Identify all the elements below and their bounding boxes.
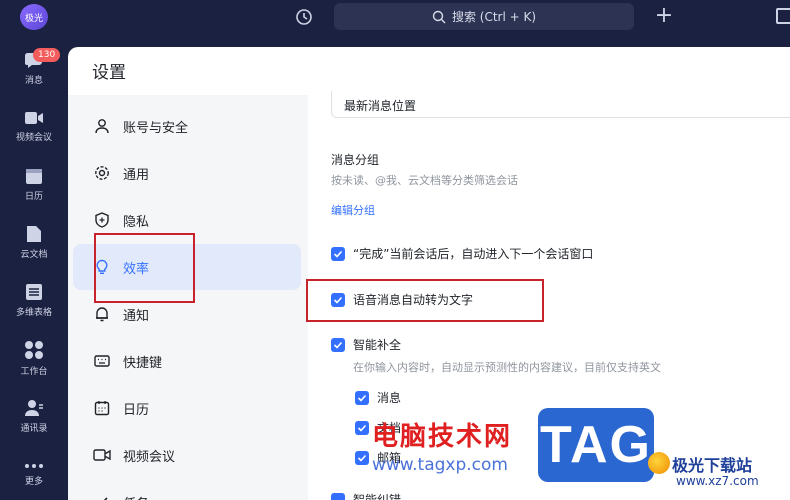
nav-item-calendar[interactable]: 日历 <box>0 156 68 212</box>
page-title: 设置 <box>92 63 126 83</box>
watermark-url: www.tagxp.com <box>372 455 508 475</box>
message-position-select[interactable]: 最新消息位置 <box>331 91 790 118</box>
checkbox-checked-icon[interactable] <box>331 492 345 500</box>
table-icon <box>26 283 42 300</box>
search-input[interactable]: 搜索 (Ctrl + K) <box>334 3 634 30</box>
search-label: 搜索 (Ctrl + K) <box>451 10 537 24</box>
nav-label: 云文档 <box>20 249 48 260</box>
doc-icon <box>27 225 41 242</box>
checkbox-checked-icon[interactable] <box>331 337 345 352</box>
nav-item-bitable[interactable]: 多维表格 <box>0 272 68 328</box>
option-smart-complete[interactable]: 智能补全 <box>331 336 401 353</box>
video-icon <box>25 111 43 124</box>
menu-item-shortcuts[interactable]: 快捷键 <box>73 338 301 384</box>
menu-item-calendar[interactable]: 日历 <box>73 385 301 431</box>
checkbox-checked-icon[interactable] <box>355 420 369 435</box>
grid-icon <box>25 340 43 359</box>
menu-label: 任务 <box>123 493 149 500</box>
task-icon <box>93 493 111 500</box>
option-label: 智能纠错 <box>353 493 402 500</box>
nav-item-video[interactable]: 视频会议 <box>0 98 68 154</box>
menu-item-account[interactable]: 账号与安全 <box>73 103 301 149</box>
checkbox-checked-icon[interactable] <box>355 390 369 405</box>
menu-label: 隐私 <box>123 214 150 230</box>
top-bar: 极光 搜索 (Ctrl + K) + <box>0 0 790 34</box>
menu-label: 账号与安全 <box>123 120 189 136</box>
nav-label: 多维表格 <box>15 307 52 318</box>
option-label: 语音消息自动转为文字 <box>353 293 474 307</box>
nav-label: 通讯录 <box>20 423 48 434</box>
nav-item-contacts[interactable]: 通讯录 <box>0 388 68 444</box>
option-smart-correct[interactable]: 智能纠错 <box>331 491 401 500</box>
group-desc: 按未读、@我、云文档等分类筛选会话 <box>331 174 518 187</box>
group-title: 消息分组 <box>331 153 380 167</box>
watermark-text: 电脑技术网 <box>372 422 513 452</box>
user-icon <box>93 117 111 135</box>
checkbox-checked-icon[interactable] <box>331 246 345 261</box>
menu-label: 视频会议 <box>123 449 176 465</box>
smart-complete-desc: 在你输入内容时，自动显示预测性的内容建议，目前仅支持英文 <box>353 361 661 374</box>
history-icon[interactable] <box>294 7 314 27</box>
edit-icon[interactable] <box>776 8 790 24</box>
left-nav: 消息 130 视频会议 日历 云文档 多维表格 工作台 通讯录 更多 <box>0 34 68 500</box>
menu-item-general[interactable]: 通用 <box>73 150 301 196</box>
menu-item-notifications[interactable]: 通知 <box>73 291 301 337</box>
search-icon <box>432 10 446 23</box>
bulb-icon <box>93 258 111 276</box>
nav-item-docs[interactable]: 云文档 <box>0 214 68 270</box>
tag-logo: TAG <box>538 408 654 482</box>
calendar-icon <box>26 168 42 184</box>
menu-label: 效率 <box>123 261 150 277</box>
menu-label: 日历 <box>123 402 150 418</box>
nav-item-messages[interactable]: 消息 130 <box>0 40 68 96</box>
option-label: 消息 <box>377 391 402 405</box>
plus-icon[interactable]: + <box>654 5 674 27</box>
unread-badge: 130 <box>33 48 61 62</box>
settings-menu: 账号与安全 通用 隐私 效率 通知 快捷键 日历 视频会议 <box>68 95 308 500</box>
menu-item-tasks[interactable]: 任务 <box>73 479 301 500</box>
option-label: “完成”当前会话后，自动进入下一个会话窗口 <box>353 247 594 261</box>
brand-name: 极光下载站 <box>672 456 753 475</box>
gear-icon <box>93 164 111 182</box>
brand-logo-icon <box>648 452 670 474</box>
calendar-icon <box>93 399 111 417</box>
brand-url: www.xz7.com <box>676 474 759 488</box>
menu-item-privacy[interactable]: 隐私 <box>73 197 301 243</box>
nav-label: 消息 <box>24 75 43 86</box>
checkbox-checked-icon[interactable] <box>331 292 345 307</box>
sub-option-messages[interactable]: 消息 <box>355 389 401 406</box>
nav-label: 更多 <box>24 476 43 487</box>
option-label: 智能补全 <box>353 338 402 352</box>
option-done-next[interactable]: “完成”当前会话后，自动进入下一个会话窗口 <box>331 245 593 262</box>
more-icon <box>25 463 43 468</box>
menu-label: 通知 <box>123 308 150 324</box>
keyboard-icon <box>93 352 111 370</box>
nav-item-workplace[interactable]: 工作台 <box>0 330 68 386</box>
avatar[interactable]: 极光 <box>20 4 48 30</box>
edit-group-link[interactable]: 编辑分组 <box>331 202 375 218</box>
menu-label: 快捷键 <box>123 355 163 371</box>
contacts-icon <box>25 399 43 416</box>
nav-item-more[interactable]: 更多 <box>0 446 68 500</box>
nav-label: 工作台 <box>20 366 48 377</box>
menu-item-video[interactable]: 视频会议 <box>73 432 301 478</box>
nav-label: 日历 <box>24 191 43 202</box>
video-icon <box>93 446 111 464</box>
bell-icon <box>93 305 111 323</box>
nav-label: 视频会议 <box>15 132 52 143</box>
option-voice-to-text[interactable]: 语音消息自动转为文字 <box>331 291 473 308</box>
menu-item-efficiency[interactable]: 效率 <box>73 244 301 290</box>
menu-label: 通用 <box>123 167 150 183</box>
shield-icon <box>93 211 111 229</box>
checkbox-checked-icon[interactable] <box>355 450 369 465</box>
